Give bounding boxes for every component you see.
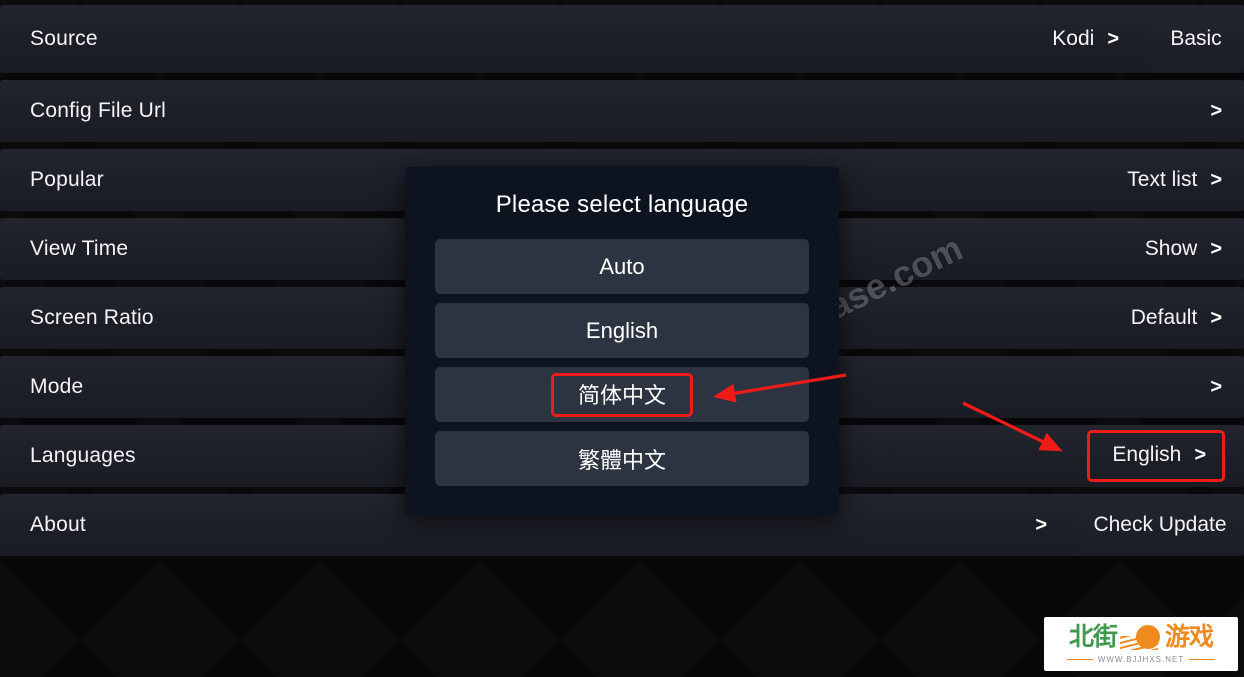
language-option-english-label: English (585, 317, 659, 343)
language-option-auto[interactable]: Auto (435, 239, 809, 294)
language-option-simplified-chinese[interactable]: 简体中文 (435, 367, 809, 422)
logo-wordmark: 北街 游戏 (1068, 623, 1214, 651)
logo-rule-right (1189, 658, 1216, 660)
logo-rule-left (1066, 658, 1093, 660)
sunrise-icon (1120, 624, 1162, 651)
logo-text-left: 北街 (1068, 623, 1118, 651)
language-option-traditional-chinese-label: 繁體中文 (577, 447, 666, 473)
language-option-english[interactable]: English (435, 303, 809, 358)
language-option-auto-label: Auto (599, 253, 645, 279)
dialog-title: Please select language (495, 191, 749, 218)
site-logo: 北街 游戏 WWW.BJJHXS.NET (1044, 617, 1238, 671)
logo-url: WWW.BJJHXS.NET (1097, 654, 1185, 664)
logo-subtitle: WWW.BJJHXS.NET (1066, 654, 1216, 664)
language-option-simplified-chinese-label: 简体中文 (550, 372, 694, 417)
sun-rays-icon (1120, 635, 1158, 650)
language-dialog: Please select language Auto English 简体中文… (405, 167, 839, 515)
settings-screen: Source Kodi > Basic Config File Url > Po… (0, 0, 1244, 677)
logo-text-right: 游戏 (1165, 623, 1214, 651)
language-option-traditional-chinese[interactable]: 繁體中文 (435, 431, 809, 486)
